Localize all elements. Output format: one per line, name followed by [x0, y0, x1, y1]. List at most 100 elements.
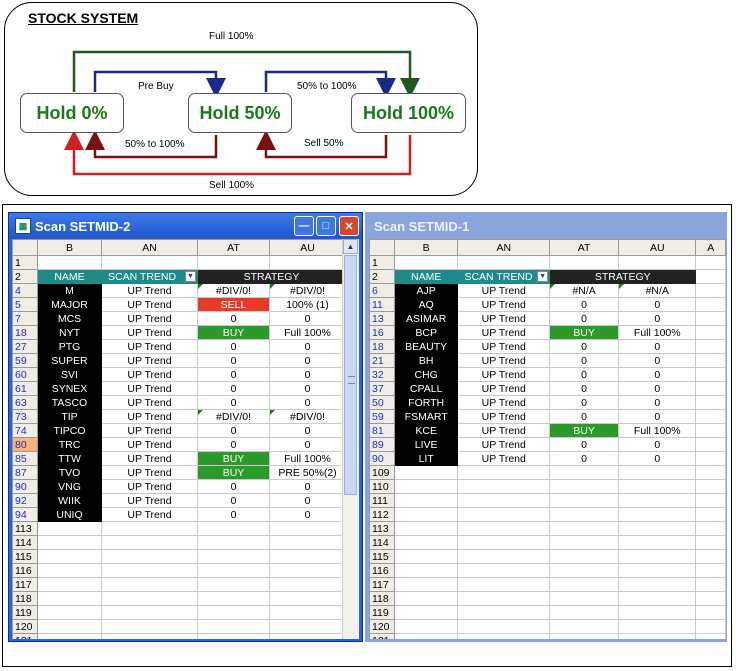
strategy-signal-cell[interactable]: 0 — [549, 381, 620, 396]
strategy-position-cell[interactable]: Full 100% — [618, 325, 697, 340]
scan-trend-cell[interactable]: UP Trend — [101, 507, 198, 522]
cell[interactable] — [393, 493, 459, 508]
strategy-position-cell[interactable]: 100% (1) — [269, 297, 346, 312]
cell[interactable] — [37, 535, 102, 550]
cell[interactable] — [393, 549, 459, 564]
cell[interactable] — [197, 521, 270, 536]
table-row[interactable]: 114 — [12, 535, 346, 550]
cell[interactable] — [101, 521, 198, 536]
scan-trend-cell[interactable]: UP Trend — [457, 437, 551, 452]
table-row[interactable]: 118 — [369, 591, 726, 606]
cell[interactable] — [393, 255, 459, 270]
cell[interactable] — [457, 493, 551, 508]
table-row[interactable]: 89 LIVE UP Trend 0 0 — [369, 437, 726, 452]
row-number[interactable]: 94 — [12, 507, 38, 522]
table-row[interactable]: 119 — [369, 605, 726, 620]
scan-trend-cell[interactable]: UP Trend — [457, 423, 551, 438]
strategy-position-cell[interactable]: 0 — [269, 339, 346, 354]
cell[interactable] — [695, 465, 726, 480]
stock-name[interactable]: PTG — [37, 339, 102, 354]
stock-name[interactable]: BH — [393, 353, 459, 368]
table-row[interactable]: 109 — [369, 465, 726, 480]
scan-trend-cell[interactable]: UP Trend — [457, 353, 551, 368]
strategy-position-cell[interactable]: #DIV/0! — [269, 283, 346, 298]
cell[interactable] — [37, 591, 102, 606]
stock-name[interactable]: NYT — [37, 325, 102, 340]
column-header[interactable]: A — [695, 239, 726, 256]
strategy-signal-cell[interactable]: SELL — [197, 297, 270, 312]
table-row[interactable]: 13 ASIMAR UP Trend 0 0 — [369, 311, 726, 326]
cell[interactable] — [37, 521, 102, 536]
cell[interactable] — [695, 521, 726, 536]
row-number[interactable]: 85 — [12, 451, 38, 466]
cell[interactable] — [457, 479, 551, 494]
cell[interactable] — [197, 633, 270, 639]
table-row[interactable]: 90 LIT UP Trend 0 0 — [369, 451, 726, 466]
cell[interactable] — [269, 535, 346, 550]
stock-name[interactable]: MCS — [37, 311, 102, 326]
cell[interactable] — [549, 493, 620, 508]
strategy-position-cell[interactable]: Full 100% — [618, 423, 697, 438]
stock-name[interactable]: TIP — [37, 409, 102, 424]
table-row[interactable]: 5 MAJOR UP Trend SELL 100% (1) — [12, 297, 346, 312]
row-number[interactable]: 89 — [369, 437, 395, 452]
cell[interactable] — [695, 507, 726, 522]
cell[interactable] — [269, 521, 346, 536]
scan-trend-cell[interactable]: UP Trend — [101, 381, 198, 396]
cell[interactable] — [695, 619, 726, 634]
scan-trend-cell[interactable]: UP Trend — [101, 437, 198, 452]
scan-trend-cell[interactable]: UP Trend — [457, 339, 551, 354]
cell[interactable] — [549, 549, 620, 564]
spreadsheet-right[interactable]: B AN AT AU A 1 2 NAME SCAN TREND ▼ STRATEGY 6 AJP UP … — [369, 239, 726, 639]
row-number[interactable]: 6 — [369, 283, 395, 298]
row-number[interactable]: 60 — [12, 367, 38, 382]
close-button[interactable]: ✕ — [339, 216, 359, 236]
table-row[interactable]: 60 SVI UP Trend 0 0 — [12, 367, 346, 382]
strategy-signal-cell[interactable]: 0 — [549, 367, 620, 382]
table-row[interactable]: 120 — [12, 619, 346, 634]
strategy-signal-cell[interactable]: 0 — [197, 367, 270, 382]
table-row[interactable]: 114 — [369, 535, 726, 550]
strategy-position-cell[interactable]: 0 — [618, 353, 697, 368]
cell[interactable] — [457, 591, 551, 606]
cell[interactable] — [695, 297, 726, 312]
cell[interactable] — [101, 577, 198, 592]
cell[interactable] — [457, 255, 551, 270]
strategy-position-cell[interactable]: 0 — [618, 311, 697, 326]
cell[interactable] — [695, 325, 726, 340]
cell[interactable] — [393, 507, 459, 522]
row-number[interactable]: 92 — [12, 493, 38, 508]
column-header[interactable]: AT — [549, 239, 620, 256]
cell[interactable] — [37, 549, 102, 564]
scan-trend-cell[interactable]: UP Trend — [101, 493, 198, 508]
table-row[interactable]: 6 AJP UP Trend #N/A #N/A — [369, 283, 726, 298]
cell[interactable] — [197, 255, 270, 270]
table-row[interactable]: 111 — [369, 493, 726, 508]
cell[interactable] — [101, 549, 198, 564]
cell[interactable] — [457, 535, 551, 550]
row-number[interactable]: 109 — [369, 465, 395, 480]
cell[interactable] — [549, 507, 620, 522]
table-row[interactable]: 27 PTG UP Trend 0 0 — [12, 339, 346, 354]
stock-name[interactable]: TTW — [37, 451, 102, 466]
strategy-signal-cell[interactable]: 0 — [549, 311, 620, 326]
row-number[interactable]: 2 — [12, 269, 38, 284]
row-number[interactable]: 7 — [12, 311, 38, 326]
row-number[interactable]: 121 — [12, 633, 38, 639]
scan-trend-cell[interactable]: UP Trend — [457, 395, 551, 410]
strategy-position-cell[interactable]: 0 — [618, 451, 697, 466]
row-number[interactable]: 63 — [12, 395, 38, 410]
table-row[interactable]: 115 — [369, 549, 726, 564]
strategy-signal-cell[interactable]: 0 — [197, 479, 270, 494]
table-row[interactable]: 37 CPALL UP Trend 0 0 — [369, 381, 726, 396]
table-row[interactable]: 121 — [12, 633, 346, 639]
row-number[interactable]: 113 — [12, 521, 38, 536]
vertical-scrollbar[interactable]: ▲ — [342, 239, 359, 639]
cell[interactable] — [393, 465, 459, 480]
cell[interactable] — [457, 633, 551, 639]
table-row[interactable]: 50 FORTH UP Trend 0 0 — [369, 395, 726, 410]
strategy-signal-cell[interactable]: #N/A — [549, 283, 620, 298]
cell[interactable] — [101, 633, 198, 639]
cell[interactable] — [37, 619, 102, 634]
cell[interactable] — [457, 507, 551, 522]
